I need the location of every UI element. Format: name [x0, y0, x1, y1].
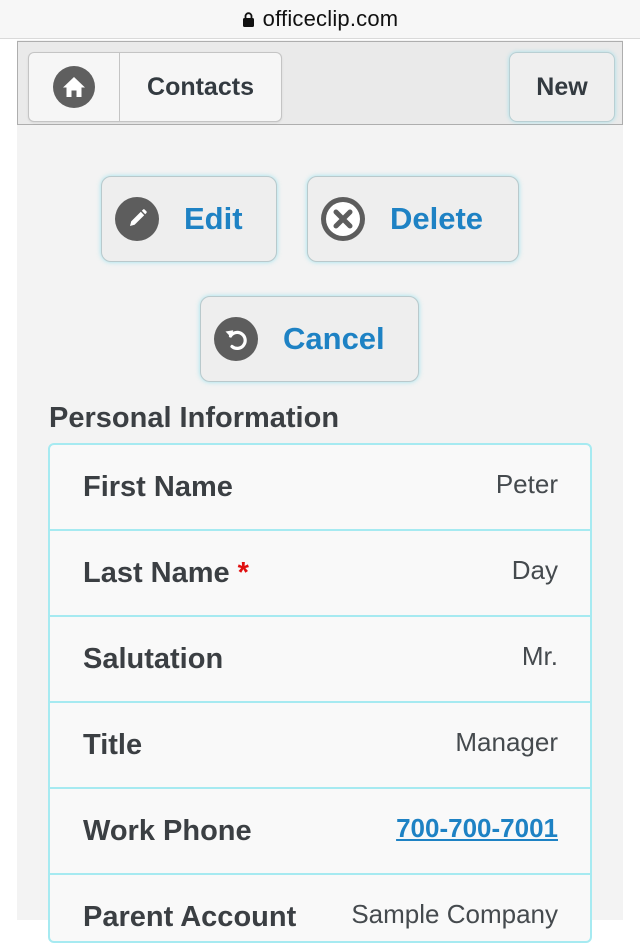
personal-info-list: First Name Peter Last Name * Day Salutati…	[48, 443, 592, 943]
edit-button[interactable]: Edit	[101, 176, 277, 262]
lock-icon	[242, 11, 254, 27]
field-value: Mr.	[521, 641, 558, 671]
field-label: Salutation	[83, 643, 224, 675]
field-label: Last Name *	[83, 557, 249, 590]
field-value: Day	[511, 555, 558, 585]
field-label-text: Last Name	[83, 557, 230, 589]
cancel-button[interactable]: Cancel	[200, 296, 419, 382]
contacts-button[interactable]: Contacts	[120, 53, 281, 121]
nav-button-group: Contacts	[28, 52, 282, 122]
browser-url-bar[interactable]: officeclip.com	[0, 0, 640, 39]
field-label: Work Phone	[83, 815, 252, 847]
list-item-title: Title Manager	[50, 703, 590, 789]
undo-icon	[214, 317, 258, 361]
list-item-parent-account: Parent Account Sample Company	[50, 875, 590, 941]
close-circle-icon	[321, 197, 365, 241]
new-button[interactable]: New	[509, 52, 615, 122]
header-toolbar: Contacts New	[17, 41, 623, 125]
field-value: Manager	[455, 727, 558, 757]
cancel-label: Cancel	[283, 321, 385, 356]
edit-label: Edit	[184, 201, 243, 236]
field-value: Sample Company	[351, 899, 558, 929]
phone-link[interactable]: 700-700-7001	[396, 813, 558, 844]
home-button[interactable]	[29, 53, 120, 121]
list-item-last-name: Last Name * Day	[50, 531, 590, 617]
required-marker: *	[237, 557, 249, 589]
pencil-icon	[115, 197, 159, 241]
field-label: Title	[83, 729, 143, 761]
field-value: Peter	[495, 469, 558, 499]
url-text: officeclip.com	[262, 6, 399, 31]
field-label: First Name	[83, 471, 233, 503]
delete-label: Delete	[390, 201, 484, 236]
list-item-first-name: First Name Peter	[50, 445, 590, 531]
delete-button[interactable]: Delete	[307, 176, 519, 262]
section-title-personal-information: Personal Information	[49, 402, 340, 434]
field-label: Parent Account	[83, 901, 297, 933]
list-item-salutation: Salutation Mr.	[50, 617, 590, 703]
list-item-work-phone: Work Phone 700-700-7001	[50, 789, 590, 875]
home-icon	[53, 66, 95, 108]
